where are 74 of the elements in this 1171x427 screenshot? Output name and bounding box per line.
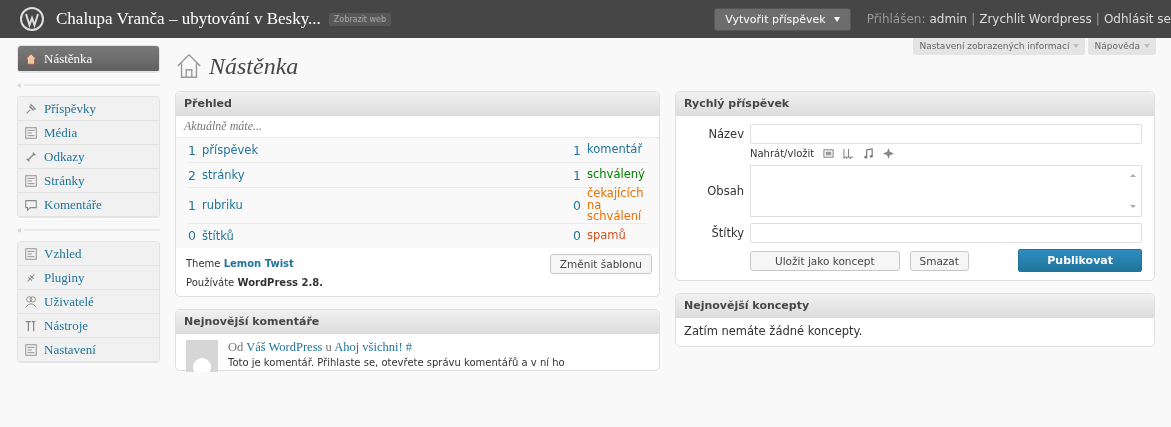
site-title: Chalupa Vranča – ubytování v Besky... [56, 9, 321, 29]
new-post-button[interactable]: Vytvořit příspěvek [714, 7, 851, 31]
version-text: Používáte WordPress 2.8. [185, 275, 325, 290]
tools-icon [24, 318, 38, 333]
image-icon[interactable] [823, 148, 835, 159]
count-link[interactable]: 2 [188, 167, 196, 183]
panel-title: Rychlý příspěvek [676, 92, 1154, 116]
sidebar-item[interactable]: Uživatelé [18, 290, 159, 314]
field-label: Štítky [710, 226, 744, 240]
count-link[interactable]: 0 [573, 197, 581, 213]
wordpress-logo-icon [20, 7, 44, 31]
separator-text: | [971, 12, 976, 26]
pushpin-icon [24, 101, 38, 116]
count-label-link[interactable]: schválený [587, 169, 647, 181]
count-label-link[interactable]: čekajících na schválení [587, 188, 647, 223]
sidebar-item[interactable]: Příspěvky [18, 97, 159, 121]
count-link[interactable]: 1 [188, 142, 196, 158]
sidebar-item[interactable]: Nastavení [18, 338, 159, 362]
house-icon [175, 52, 203, 80]
caret-icon [833, 16, 840, 22]
title-input[interactable] [750, 124, 1142, 144]
home-icon [24, 51, 38, 66]
count-link[interactable]: 0 [573, 228, 581, 243]
count-link[interactable]: 1 [188, 197, 196, 213]
header-link[interactable]: Zrychlit Wordpress [979, 12, 1092, 26]
view-site-button[interactable]: Zobrazit web [328, 12, 392, 26]
greeting-text: Přihlášen: [866, 12, 926, 26]
header-link[interactable]: Odhlásit se [1103, 12, 1171, 26]
change-theme-button[interactable]: Změnit šablonu [549, 253, 652, 274]
page-title: Nástěnka [209, 52, 299, 80]
screen-tab[interactable]: Nápověda [1088, 38, 1156, 55]
sidebar-item[interactable]: Nástroje [18, 314, 159, 338]
panel-title: Nejnovější komentáře [176, 309, 659, 334]
field-label: Obsah [706, 184, 744, 198]
header-link[interactable]: admin [929, 12, 968, 26]
count-link[interactable]: 1 [573, 142, 581, 158]
count-label-link[interactable]: spamů [587, 229, 647, 242]
field-label: Název [707, 127, 744, 141]
tags-input[interactable] [750, 223, 1142, 243]
count-label-link[interactable]: štítků [201, 228, 234, 243]
theme-text: Theme Lemon Twist [186, 258, 294, 269]
star-icon[interactable] [883, 148, 895, 159]
comment-meta: Od Váš WordPress u Ahoj všichni! # [228, 339, 413, 355]
separator-text: | [1095, 12, 1100, 26]
count-label-link[interactable]: stránky [201, 168, 245, 182]
sidebar-item[interactable]: Média [18, 121, 159, 145]
author-link[interactable]: Váš WordPress [246, 339, 323, 354]
comment-excerpt: Toto je komentář. Přihlaste se, otevřete správu komentářů a v ní ho [228, 356, 565, 368]
comment-icon [24, 197, 38, 212]
count-label-link[interactable]: rubriku [201, 198, 243, 213]
reset-button[interactable]: Smazat [909, 250, 969, 271]
count-link[interactable]: 0 [188, 228, 196, 243]
save-draft-button[interactable]: Uložit jako koncept [750, 250, 900, 271]
upload-label: Nahrát/vložit [750, 148, 815, 159]
sidebar-item[interactable]: Nástěnka [18, 46, 159, 72]
theme-link[interactable]: Lemon Twist [223, 258, 294, 269]
permalink[interactable]: # [405, 339, 412, 354]
sidebar-item[interactable]: Pluginy [18, 266, 159, 290]
panel-title: Přehled [176, 92, 659, 116]
publish-button[interactable]: Publikovat [1018, 249, 1142, 272]
sidebar-item[interactable]: Odkazy [18, 145, 159, 169]
pages-icon [24, 173, 38, 188]
screen-tab[interactable]: Nastavení zobrazených informací [913, 38, 1086, 55]
sidebar-item[interactable]: Stránky [18, 169, 159, 193]
sidebar-item[interactable]: Komentáře [18, 193, 159, 217]
link-icon [24, 149, 38, 164]
music-note-icon[interactable] [863, 148, 875, 159]
count-link[interactable]: 1 [573, 167, 581, 183]
drafts-message: Zatím nemáte žádné koncepty. [683, 323, 864, 340]
panel-title: Nejnovější koncepty [676, 294, 1154, 318]
post-link[interactable]: Ahoj všichni! [334, 339, 403, 354]
sidebar-item[interactable]: Vzhled [18, 242, 159, 266]
count-label-link[interactable]: komentář [587, 144, 647, 156]
count-label-link[interactable]: příspěvek [201, 143, 259, 157]
